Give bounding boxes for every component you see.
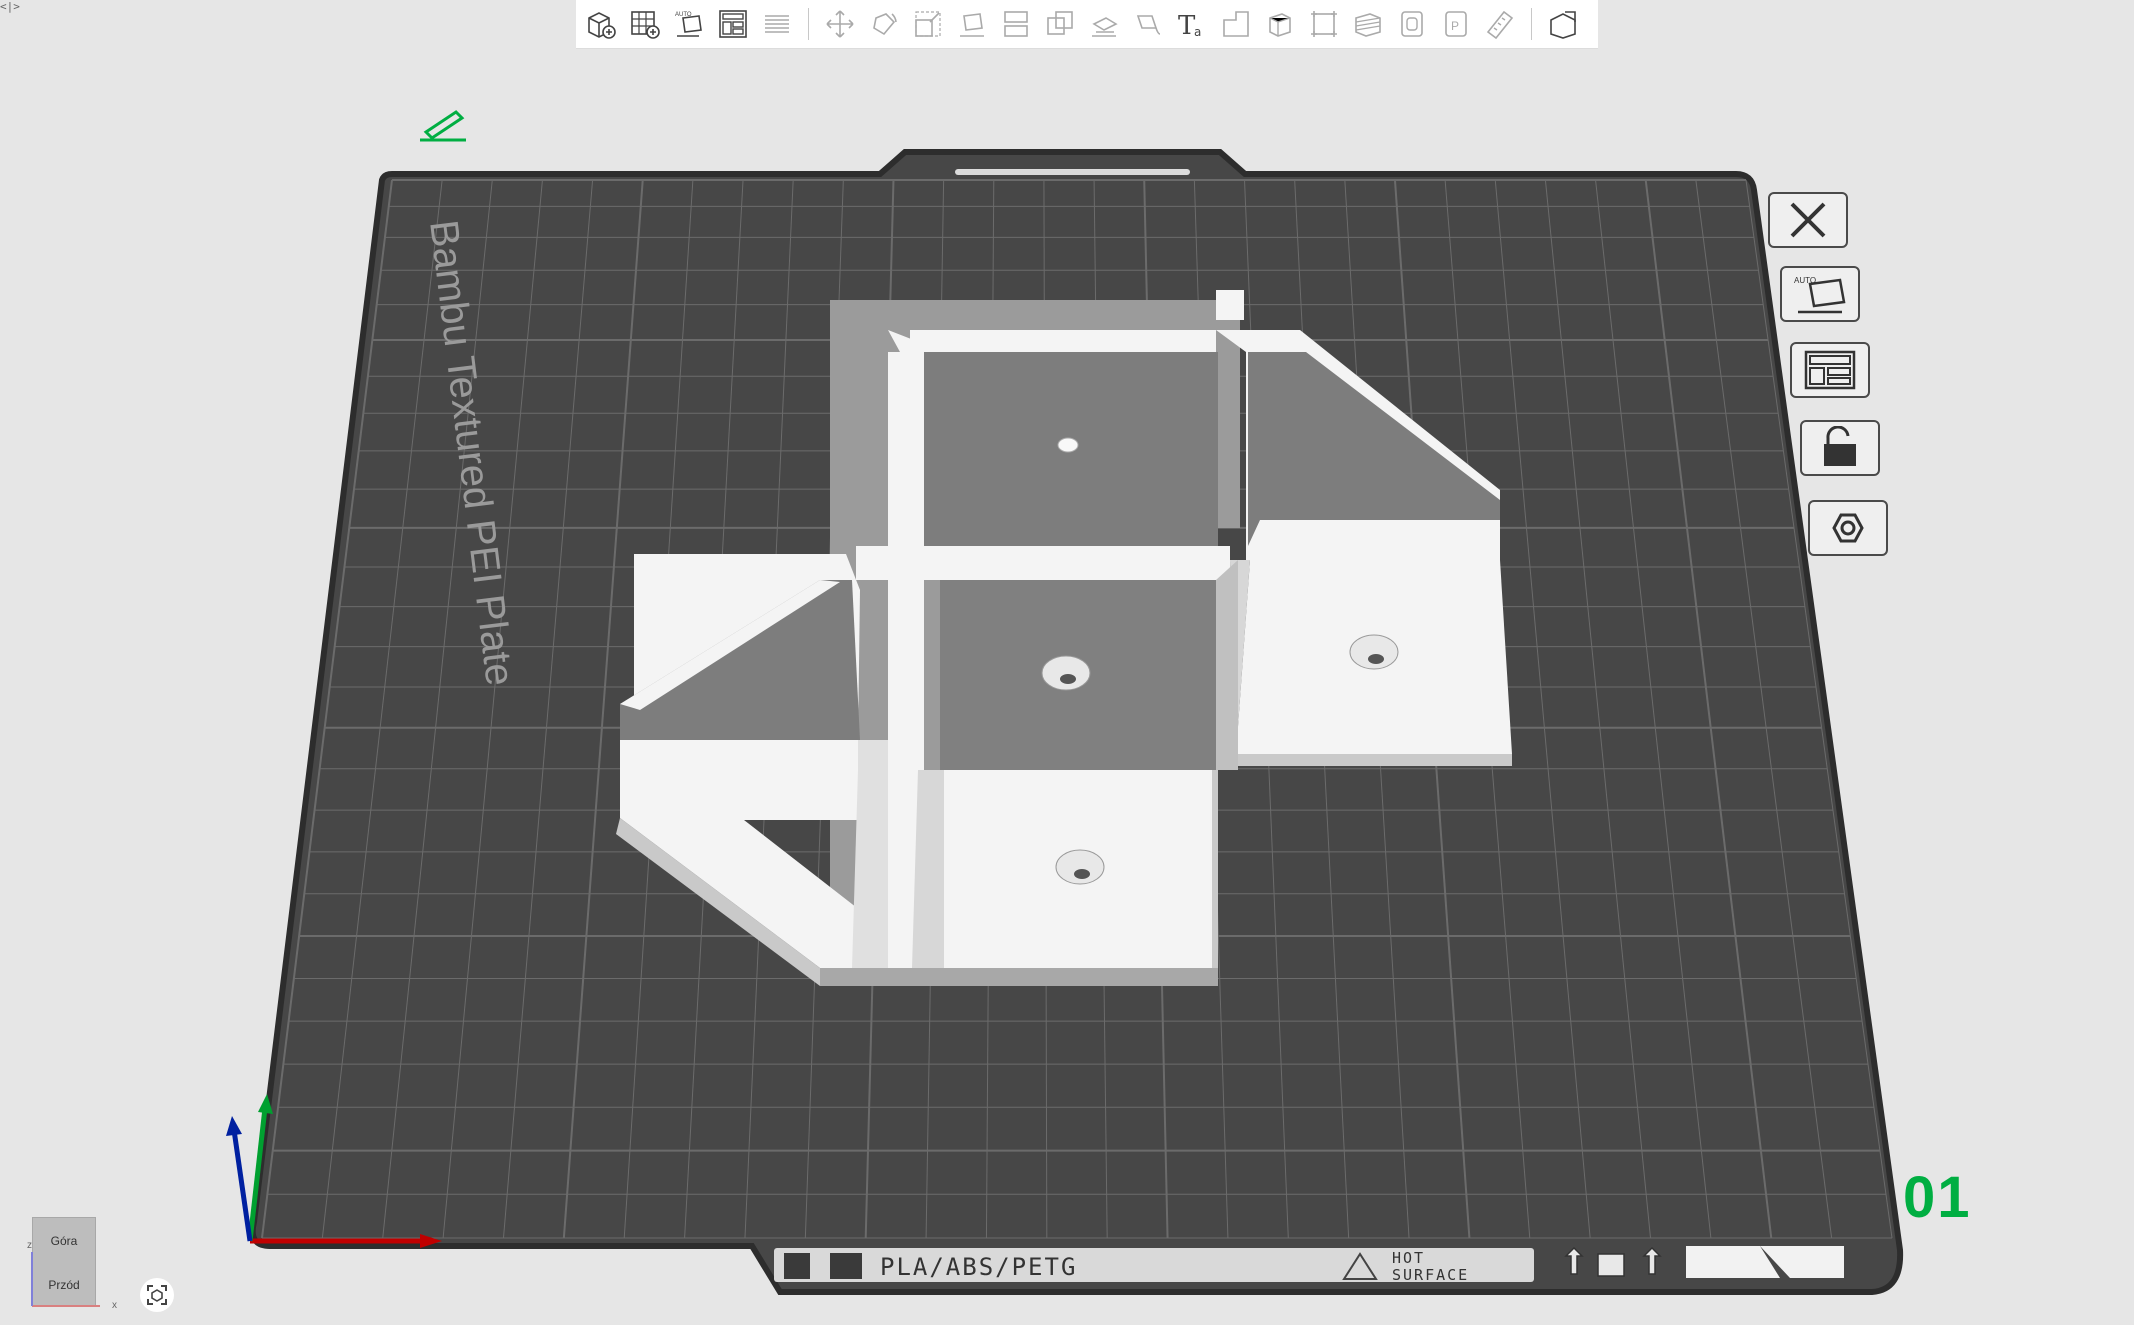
hot-surface-label-1: HOT: [1392, 1249, 1425, 1267]
plate-settings-button[interactable]: [1808, 500, 1888, 556]
arrange-icon: [1804, 350, 1856, 390]
arrange-plate-button[interactable]: [1790, 342, 1870, 398]
auto-orient-plate-button[interactable]: AUTO: [1780, 266, 1860, 322]
delete-plate-button[interactable]: [1768, 192, 1848, 248]
zoom-fit-icon: [147, 1285, 167, 1305]
unlock-icon: [1824, 426, 1856, 466]
axis-x-label: x: [112, 1300, 117, 1311]
bambu-logo-icon: [784, 1253, 810, 1279]
plate-handle: [955, 169, 1190, 175]
zoom-to-fit-button[interactable]: [140, 1278, 174, 1312]
rename-plate-icon[interactable]: [420, 110, 466, 142]
hot-surface-label-2: SURFACE: [1392, 1266, 1469, 1284]
auto-orient-icon: AUTO: [1794, 276, 1846, 314]
view-cube-axes: [31, 1252, 100, 1307]
brand-mark-icon: [830, 1253, 862, 1279]
hexagon-settings-icon: [1832, 513, 1864, 543]
lock-plate-button[interactable]: [1800, 420, 1880, 476]
filament-types-label: PLA/ABS/PETG: [880, 1253, 1077, 1281]
plate-number: 01: [1903, 1165, 1972, 1230]
close-icon: [1790, 202, 1826, 238]
axis-z-label: z: [27, 1240, 32, 1251]
